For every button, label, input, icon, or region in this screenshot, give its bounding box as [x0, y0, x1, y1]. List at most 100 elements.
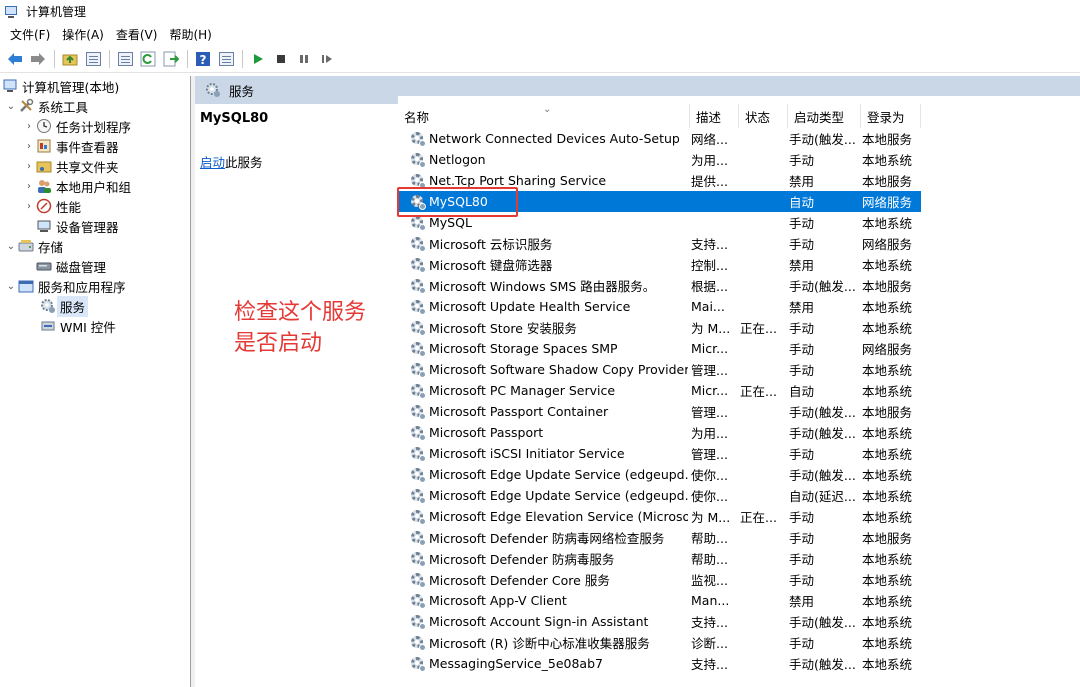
tree-item-performance[interactable]: › 性能: [0, 196, 190, 216]
column-header-name[interactable]: ⌄ 名称: [398, 104, 690, 128]
tree-label: 存储: [38, 239, 64, 255]
service-description: Man...: [691, 593, 730, 608]
refresh-icon[interactable]: [137, 48, 159, 70]
service-logon-as: 本地系统: [862, 573, 913, 588]
service-status: 正在...: [740, 384, 777, 399]
toolbar-separator: [109, 49, 110, 68]
menu-action[interactable]: 操作(A): [56, 26, 110, 43]
show-hide-tree-icon[interactable]: [82, 48, 104, 70]
tree-item-device-manager[interactable]: 设备管理器: [0, 216, 190, 236]
tree-item-shared-folders[interactable]: › 共享文件夹: [0, 156, 190, 176]
table-row[interactable]: Microsoft Edge Elevation Service (Micros…: [398, 506, 1080, 527]
disk-icon: [36, 258, 52, 274]
table-row[interactable]: Microsoft Defender Core 服务 监视... 手动 本地系统: [398, 569, 1080, 590]
chevron-down-icon[interactable]: ⌄: [4, 101, 18, 112]
back-arrow-icon[interactable]: [4, 48, 26, 70]
services-list: ⌄ 名称 描述 状态 启动类型 登录为 Network Connected De…: [398, 96, 1080, 687]
tree-item-root[interactable]: 计算机管理(本地): [0, 76, 190, 96]
table-row[interactable]: Microsoft PC Manager Service Micr... 正在...…: [398, 380, 1080, 401]
service-name: Microsoft 云标识服务: [429, 237, 553, 252]
table-row[interactable]: Network Connected Devices Auto-Setup 网络..…: [398, 128, 1080, 149]
chevron-down-icon[interactable]: ⌄: [4, 241, 18, 252]
tree-item-disk-management[interactable]: 磁盘管理: [0, 256, 190, 276]
menu-view[interactable]: 查看(V): [110, 26, 164, 43]
service-startup-type: 手动(触发...: [789, 132, 856, 147]
tree-item-storage[interactable]: ⌄ 存储: [0, 236, 190, 256]
tree-item-wmi[interactable]: WMI 控件: [0, 316, 190, 336]
table-row[interactable]: Microsoft Passport 为用... 手动(触发... 本地系统: [398, 422, 1080, 443]
service-logon-as: 本地系统: [862, 615, 913, 630]
toolbar: ?: [0, 45, 1080, 73]
service-gear-icon: [410, 593, 426, 609]
service-name-cell: Microsoft Store 安装服务: [398, 318, 688, 337]
chevron-right-icon[interactable]: ›: [22, 141, 36, 152]
properties-icon[interactable]: [114, 48, 136, 70]
forward-arrow-icon[interactable]: [27, 48, 49, 70]
table-row[interactable]: Microsoft 云标识服务 支持... 手动 网络服务: [398, 233, 1080, 254]
tree-item-system-tools[interactable]: ⌄ 系统工具: [0, 96, 190, 116]
table-row[interactable]: Microsoft App-V Client Man... 禁用 本地系统: [398, 590, 1080, 611]
menu-file[interactable]: 文件(F): [4, 26, 56, 43]
service-gear-icon: [410, 152, 426, 168]
column-header-desc[interactable]: 描述: [690, 104, 739, 128]
table-row[interactable]: Netlogon 为用... 手动 本地系统: [398, 149, 1080, 170]
help-icon[interactable]: ?: [192, 48, 214, 70]
chevron-down-icon[interactable]: ⌄: [4, 281, 18, 292]
table-row[interactable]: Microsoft (R) 诊断中心标准收集器服务 诊断... 手动 本地系统: [398, 632, 1080, 653]
chevron-right-icon[interactable]: ›: [22, 181, 36, 192]
tree-label: 任务计划程序: [56, 119, 132, 135]
table-row[interactable]: Microsoft Update Health Service Mai... 禁用 本…: [398, 296, 1080, 317]
service-description: 管理...: [691, 363, 728, 378]
pause-icon[interactable]: [293, 48, 315, 70]
up-folder-icon[interactable]: [59, 48, 81, 70]
column-header-status[interactable]: 状态: [739, 104, 788, 128]
tree-item-task-scheduler[interactable]: › 任务计划程序: [0, 116, 190, 136]
column-header-logon[interactable]: 登录为: [861, 104, 921, 128]
table-row[interactable]: Microsoft Edge Update Service (edgeupd..…: [398, 464, 1080, 485]
table-row[interactable]: Microsoft Windows SMS 路由器服务。 根据... 手动(触发..…: [398, 275, 1080, 296]
show-hide-action-pane-icon[interactable]: [215, 48, 237, 70]
service-gear-icon: [410, 446, 426, 462]
service-name: Microsoft Update Health Service: [429, 299, 631, 314]
service-logon-as: 网络服务: [862, 195, 913, 210]
service-name-cell: Microsoft Defender 防病毒网络检查服务: [398, 528, 688, 547]
service-logon-as: 本地系统: [862, 636, 913, 651]
export-list-icon[interactable]: [160, 48, 182, 70]
column-header-startup[interactable]: 启动类型: [788, 104, 861, 128]
chevron-right-icon[interactable]: ›: [22, 201, 36, 212]
tree-item-event-viewer[interactable]: › 事件查看器: [0, 136, 190, 156]
storage-icon: [18, 238, 34, 254]
service-startup-type: 手动: [789, 321, 815, 336]
table-row[interactable]: Microsoft Account Sign-in Assistant 支持...…: [398, 611, 1080, 632]
chevron-right-icon[interactable]: ›: [22, 161, 36, 172]
restart-icon[interactable]: [316, 48, 338, 70]
service-name-cell: Microsoft Account Sign-in Assistant: [398, 614, 688, 630]
service-logon-as: 本地系统: [862, 447, 913, 462]
service-name-cell: MessagingService_5e08ab7: [398, 656, 688, 672]
start-service-link[interactable]: 启动: [200, 155, 225, 170]
table-row[interactable]: Microsoft 键盘筛选器 控制... 禁用 本地系统: [398, 254, 1080, 275]
service-startup-type: 手动(触发...: [789, 426, 856, 441]
play-icon[interactable]: [247, 48, 269, 70]
chevron-right-icon[interactable]: ›: [22, 121, 36, 132]
service-startup-type: 手动(触发...: [789, 279, 856, 294]
table-row[interactable]: Microsoft Store 安装服务 为 M... 正在... 手动 本地系统: [398, 317, 1080, 338]
table-row[interactable]: Microsoft Storage Spaces SMP Micr... 手动 网络服…: [398, 338, 1080, 359]
service-name-cell: Microsoft Passport Container: [398, 404, 688, 420]
service-startup-type: 禁用: [789, 174, 815, 189]
menu-help[interactable]: 帮助(H): [163, 26, 217, 43]
table-row[interactable]: Microsoft Defender 防病毒服务 帮助... 手动 本地系统: [398, 548, 1080, 569]
service-name-cell: Microsoft 云标识服务: [398, 234, 688, 253]
tree-item-services-apps[interactable]: ⌄ 服务和应用程序: [0, 276, 190, 296]
service-logon-as: 网络服务: [862, 237, 913, 252]
table-row[interactable]: Microsoft Software Shadow Copy Provider 管…: [398, 359, 1080, 380]
table-row[interactable]: Microsoft Passport Container 管理... 手动(触发..…: [398, 401, 1080, 422]
table-row[interactable]: Microsoft iSCSI Initiator Service 管理... 手动…: [398, 443, 1080, 464]
table-row[interactable]: Microsoft Defender 防病毒网络检查服务 帮助... 手动 本地服务: [398, 527, 1080, 548]
table-row[interactable]: MessagingService_5e08ab7 支持... 手动(触发... 本地系…: [398, 653, 1080, 674]
stop-icon[interactable]: [270, 48, 292, 70]
table-row[interactable]: Microsoft Edge Update Service (edgeupd..…: [398, 485, 1080, 506]
tree-item-local-users[interactable]: › 本地用户和组: [0, 176, 190, 196]
tree-item-services[interactable]: 服务: [0, 295, 190, 317]
service-logon-as: 本地系统: [862, 489, 913, 504]
